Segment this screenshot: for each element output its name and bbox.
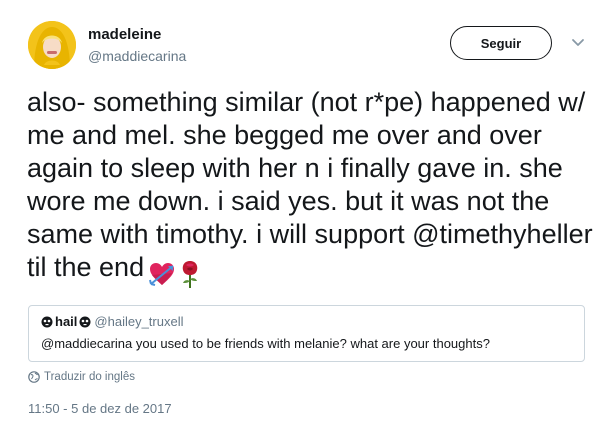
avatar-image-icon: [28, 21, 76, 69]
quoted-tweet[interactable]: hail @hailey_truxell @maddiecarina you u…: [28, 305, 585, 362]
heart-with-arrow-emoji: [149, 262, 175, 286]
follow-button[interactable]: Seguir: [450, 26, 552, 60]
tweet-text-body: also- something similar (not r*pe) happe…: [27, 87, 593, 282]
author-display-name[interactable]: madeleine: [88, 26, 161, 43]
tweet-timestamp[interactable]: 11:50 - 5 de dez de 2017: [28, 401, 172, 416]
skull-flower-icon: [79, 316, 91, 328]
quoted-tweet-header: hail @hailey_truxell: [41, 314, 183, 329]
tweet-card: madeleine @maddiecarina Seguir also- som…: [0, 0, 613, 424]
translate-link[interactable]: Traduzir do inglês: [28, 371, 135, 383]
chevron-down-icon[interactable]: [570, 37, 586, 49]
author-handle[interactable]: @maddiecarina: [88, 48, 186, 64]
tweet-text: also- something similar (not r*pe) happe…: [27, 86, 602, 289]
emoji-group: [148, 256, 204, 289]
quoted-author-handle[interactable]: @hailey_truxell: [94, 314, 183, 329]
user-avatar[interactable]: [28, 21, 76, 69]
translate-label: Traduzir do inglês: [44, 371, 135, 383]
rose-emoji: [182, 260, 198, 288]
quoted-author-name[interactable]: hail: [55, 314, 77, 329]
skull-flower-icon: [41, 316, 53, 328]
globe-icon: [28, 371, 40, 383]
quoted-tweet-text: @maddiecarina you used to be friends wit…: [41, 336, 490, 351]
